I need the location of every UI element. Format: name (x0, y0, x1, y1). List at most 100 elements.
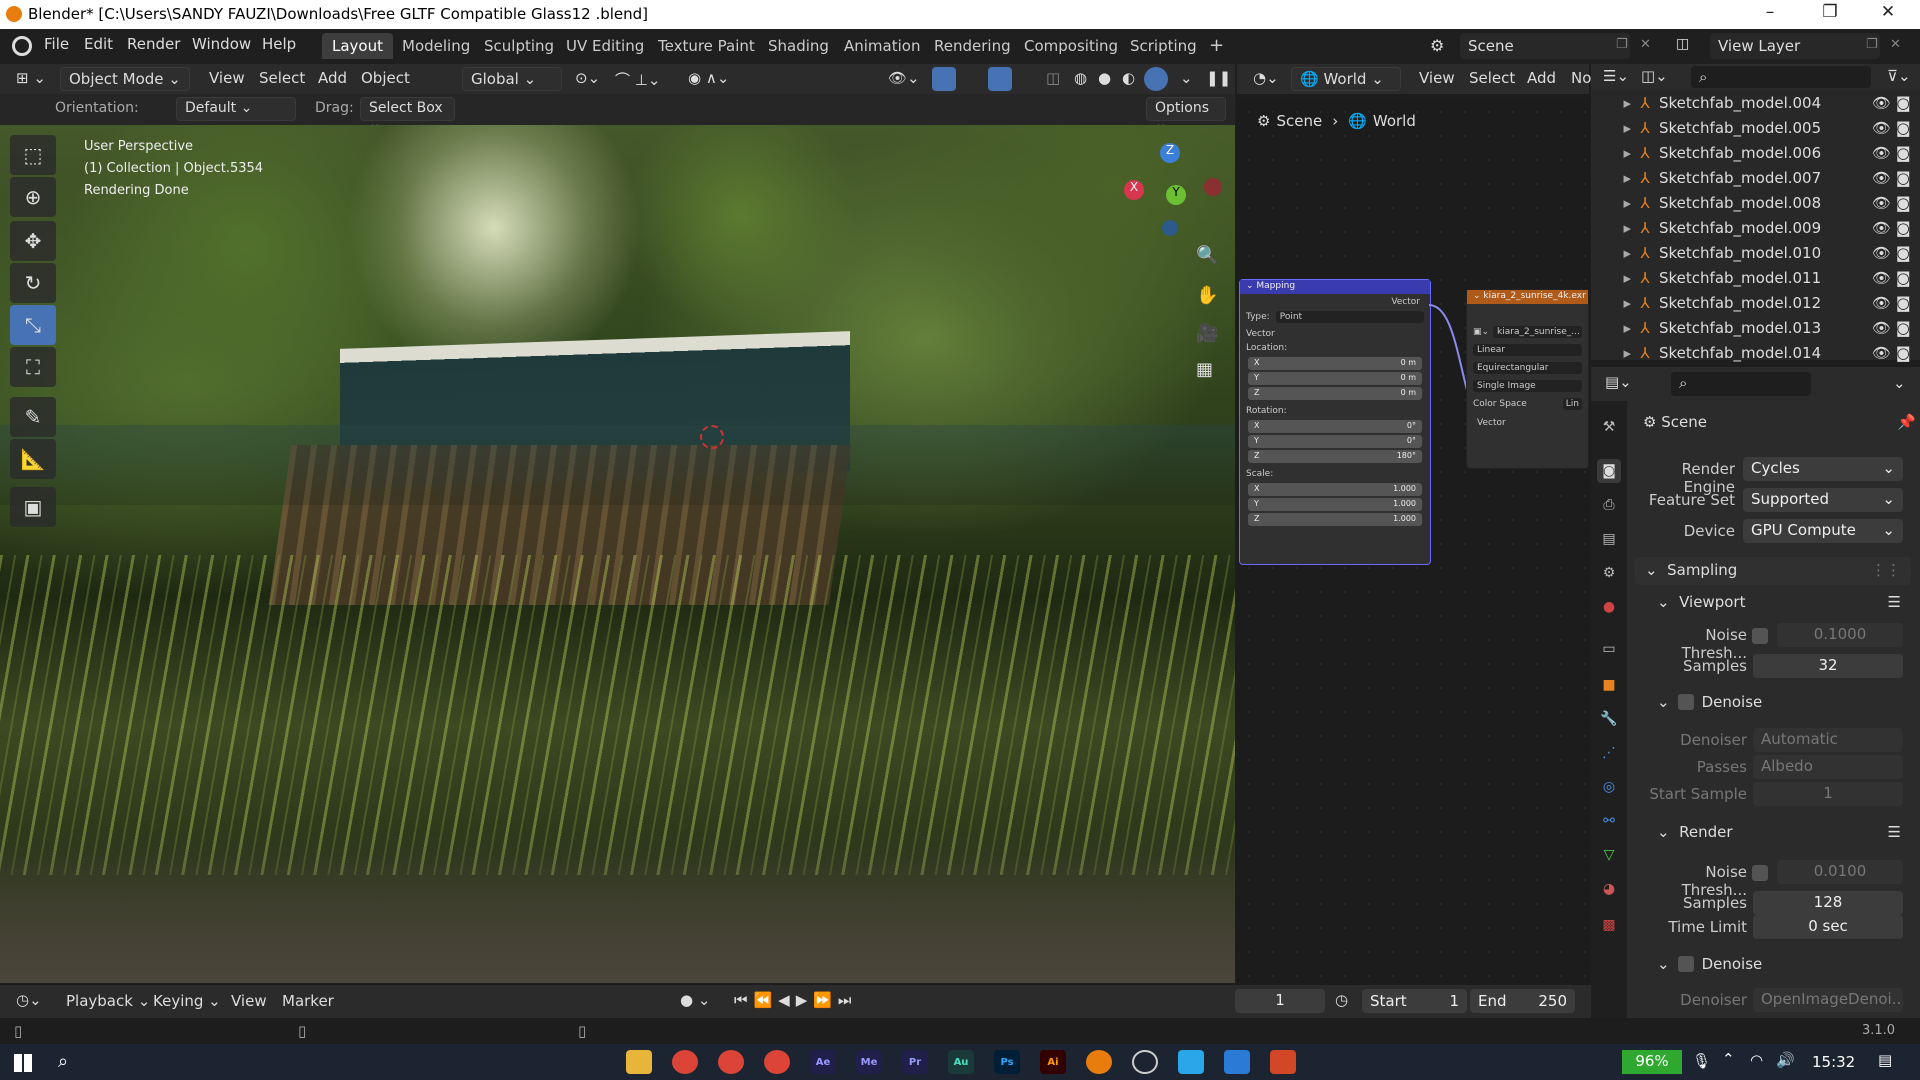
colorspace-dropdown[interactable]: Lin (1562, 398, 1582, 410)
shading-options-icon[interactable]: ⌄ (1180, 69, 1193, 87)
viewport-subpanel-header[interactable]: ⌄ Viewport ☰ (1647, 589, 1911, 617)
marker-menu[interactable]: Marker (282, 992, 334, 1010)
image-browse-icon[interactable]: ▣⌄ (1473, 327, 1489, 337)
render-camera-icon[interactable]: ◙ (1896, 294, 1920, 312)
overlay-toggle-icon[interactable] (988, 67, 1012, 91)
clock[interactable]: 15:32 (1812, 1053, 1855, 1071)
move-tool-icon[interactable]: ✥ (10, 221, 56, 261)
maximize-button[interactable]: ❐ (1810, 2, 1850, 26)
cursor-tool-icon[interactable]: ⊕ (10, 177, 56, 217)
feature-set-dropdown[interactable]: Supported ⌄ (1743, 488, 1903, 512)
environment-texture-node[interactable]: ⌄ kiara_2_sunrise_4k.exr ▣⌄ kiara_2_sunri… (1466, 289, 1589, 469)
camera-view-icon[interactable]: 🎥 (1196, 323, 1218, 344)
visibility-eye-icon[interactable]: 👁 (1872, 269, 1896, 287)
node-menu-add[interactable]: Add (1527, 69, 1556, 87)
app-l-icon[interactable] (1178, 1050, 1204, 1074)
expand-arrow-icon[interactable]: ▸ (1591, 269, 1631, 287)
illustrator-icon[interactable]: Ai (1040, 1050, 1066, 1074)
expand-arrow-icon[interactable]: ▸ (1591, 294, 1631, 312)
location-x-field[interactable]: X 0 m (1248, 357, 1422, 370)
image-datablock[interactable]: kiara_2_sunrise_... (1493, 326, 1582, 338)
rendered-shading-icon[interactable] (1144, 67, 1168, 91)
visibility-eye-icon[interactable]: 👁 (1872, 294, 1896, 312)
visibility-eye-icon[interactable]: 👁 (1872, 119, 1896, 137)
rotate-tool-icon[interactable]: ↻ (10, 263, 56, 303)
world-tab-icon[interactable]: ● (1597, 595, 1621, 619)
wireframe-shading-icon[interactable]: ◍ (1074, 69, 1087, 87)
chrome-icon[interactable] (672, 1050, 698, 1074)
wifi-icon[interactable]: ◠ (1750, 1051, 1763, 1069)
visibility-eye-icon[interactable]: 👁 (1872, 244, 1896, 262)
preview-range-icon[interactable]: ◷ (1335, 991, 1348, 1009)
texture-tab-icon[interactable]: ▩ (1597, 913, 1621, 937)
render-camera-icon[interactable]: ◙ (1896, 194, 1920, 212)
node-editor-type-icon[interactable]: ◔⌄ (1253, 69, 1279, 87)
pin-icon[interactable]: 📌 (1897, 413, 1916, 431)
tab-scripting[interactable]: Scripting (1120, 33, 1207, 59)
viewport-presets-icon[interactable]: ☰ (1888, 593, 1901, 611)
chrome-active-icon[interactable] (764, 1050, 790, 1074)
expand-arrow-icon[interactable]: ▸ (1591, 344, 1631, 362)
render-subpanel-header[interactable]: ⌄ Render ☰ (1647, 819, 1911, 847)
tab-compositing[interactable]: Compositing (1014, 33, 1128, 59)
select-box-tool-icon[interactable]: ⬚ (10, 135, 56, 175)
drag-handle-icon[interactable]: ⋮⋮ (1871, 561, 1901, 579)
tab-shading[interactable]: Shading (758, 33, 839, 59)
r-denoise-checkbox[interactable] (1677, 956, 1694, 972)
xray-icon[interactable]: ◫ (1046, 69, 1060, 87)
menu-window[interactable]: Window (192, 35, 251, 53)
material-shading-icon[interactable]: ◐ (1122, 69, 1135, 87)
mapping-type-dropdown[interactable]: Point (1275, 311, 1424, 323)
outliner-row[interactable]: ▸ ⅄ Sketchfab_model.006 👁 ◙ (1591, 140, 1920, 165)
time-limit-field[interactable]: 0 sec (1753, 915, 1903, 939)
visibility-eye-icon[interactable]: 👁 (1872, 169, 1896, 187)
notifications-icon[interactable]: ▤ (1878, 1051, 1892, 1069)
mapping-node[interactable]: ⌄ Mapping Vector Type: Point Vector Locat… (1239, 279, 1431, 565)
tab-uv-editing[interactable]: UV Editing (556, 33, 654, 59)
scale-y-field[interactable]: Y 1.000 (1248, 498, 1422, 511)
proportional-edit-icon[interactable]: ◉ ∧⌄ (688, 69, 729, 87)
breadcrumb-world[interactable]: World (1373, 112, 1416, 130)
visibility-eye-icon[interactable]: 👁 (1872, 319, 1896, 337)
end-frame-field[interactable]: End 250 (1470, 989, 1575, 1013)
add-workspace-button[interactable]: + (1199, 31, 1234, 57)
properties-options-icon[interactable]: ⌄ (1893, 374, 1906, 392)
playback-menu[interactable]: Playback ⌄ (66, 992, 150, 1010)
new-scene-icon[interactable]: ❐ (1616, 37, 1628, 52)
blender-taskbar-icon[interactable] (1086, 1050, 1112, 1074)
orientation-dropdown[interactable]: Default ⌄ (176, 97, 296, 121)
windows-start-icon[interactable] (14, 1054, 32, 1072)
source-dropdown[interactable]: Single Image (1473, 380, 1582, 392)
playback-controls-icon[interactable]: ⏮⏪◀▶⏩⏭ (734, 991, 857, 1009)
expand-arrow-icon[interactable]: ▸ (1591, 169, 1631, 187)
after-effects-icon[interactable]: Ae (810, 1050, 836, 1074)
tab-rendering[interactable]: Rendering (924, 33, 1021, 59)
vscode-icon[interactable] (1224, 1050, 1250, 1074)
expand-arrow-icon[interactable]: ▸ (1591, 244, 1631, 262)
steam-icon[interactable] (1132, 1050, 1158, 1074)
filter-icon[interactable]: ⊽⌄ (1887, 67, 1911, 85)
start-frame-field[interactable]: Start 1 (1362, 989, 1467, 1013)
visibility-eye-icon[interactable]: 👁 (1872, 94, 1896, 112)
delete-view-layer-icon[interactable]: ✕ (1890, 37, 1901, 52)
outliner-row[interactable]: ▸ ⅄ Sketchfab_model.011 👁 ◙ (1591, 265, 1920, 290)
media-encoder-icon[interactable]: Me (856, 1050, 882, 1074)
auto-keying-icon[interactable]: ● ⌄ (680, 991, 710, 1009)
gizmo-toggle-icon[interactable] (932, 67, 956, 91)
scene-icon[interactable]: ⚙ (1430, 36, 1444, 55)
breadcrumb-scene[interactable]: Scene (1276, 112, 1322, 130)
measure-tool-icon[interactable]: 📐 (10, 439, 56, 479)
premiere-icon[interactable]: Pr (902, 1050, 928, 1074)
minimize-button[interactable]: – (1750, 2, 1790, 26)
view-layer-icon[interactable]: ◫ (1676, 36, 1689, 52)
menu-object[interactable]: Object (361, 69, 410, 87)
render-camera-icon[interactable]: ◙ (1896, 94, 1920, 112)
data-tab-icon[interactable]: ▽ (1597, 843, 1621, 867)
projection-dropdown[interactable]: Equirectangular (1473, 362, 1582, 374)
drag-dropdown[interactable]: Select Box ⌄ (360, 97, 455, 132)
timeline-editor-icon[interactable]: ◷⌄ (16, 991, 42, 1009)
node-menu-node[interactable]: No (1571, 69, 1591, 87)
snap-icon[interactable]: ⌒ ⊥⌄ (615, 69, 660, 90)
tray-chevron-icon[interactable]: ⌃ (1722, 1050, 1735, 1068)
scale-x-field[interactable]: X 1.000 (1248, 483, 1422, 496)
